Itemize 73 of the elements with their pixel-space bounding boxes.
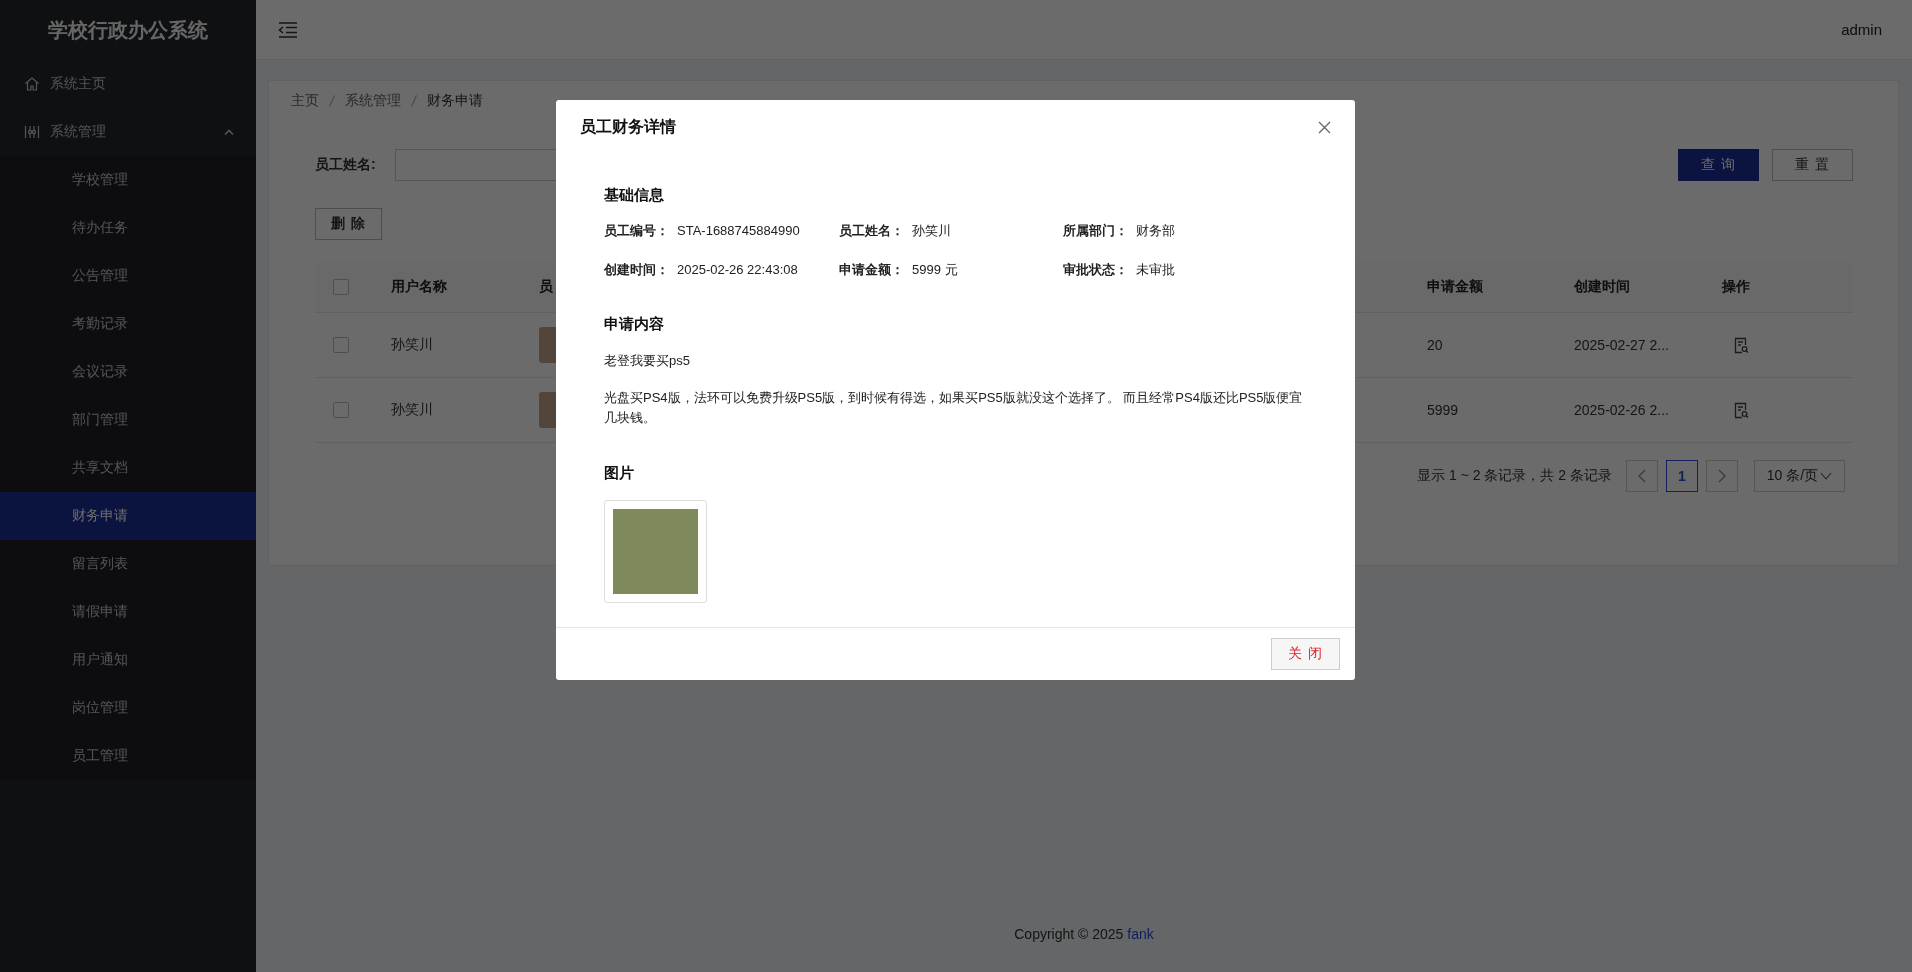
page-button[interactable]: 1 [1666,460,1698,492]
field-label: 审批状态： [1063,262,1128,277]
record-summary: 显示 1 ~ 2 条记录，共 2 条记录 [1417,467,1612,485]
field-label: 申请金额： [839,262,904,277]
sidebar-item[interactable]: 公告管理 [0,252,256,300]
breadcrumb-item[interactable]: 系统管理 [345,92,401,110]
section-title: 图片 [604,464,635,483]
sidebar-item[interactable]: 待办任务 [0,204,256,252]
sidebar-item[interactable]: 员工管理 [0,732,256,780]
close-button[interactable]: 关 闭 [1271,638,1340,670]
sidebar-item[interactable]: 学校管理 [0,156,256,204]
column-header: 操作 [1721,278,1750,296]
menu-icon[interactable] [278,21,298,38]
field-label: 员工姓名: [315,156,377,174]
column-header: 创建时间 [1573,278,1630,296]
table-cell-text: 20 [1426,337,1443,353]
checkbox[interactable] [333,279,349,295]
field-value: STA-1688745884990 [677,223,800,238]
checkbox[interactable] [333,337,349,353]
table-cell-text: 孙笑川 [390,401,433,419]
author-link[interactable]: fank [1127,926,1154,942]
table-cell-text: 2025-02-26 2... [1573,402,1669,418]
column-header: 申请金额 [1426,278,1483,296]
sidebar-item[interactable]: 留言列表 [0,540,256,588]
field-value: 2025-02-26 22:43:08 [677,262,798,277]
field-label: 员工姓名： [839,223,904,238]
sidebar-item[interactable]: 请假申请 [0,588,256,636]
close-icon[interactable] [1318,120,1331,134]
table-cell-text: 5999 [1426,402,1459,418]
paragraph: 老登我要买ps5 [604,352,691,370]
field-value: 未审批 [1136,262,1175,277]
sidebar-item[interactable]: 用户通知 [0,636,256,684]
breadcrumb-item: 财务申请 [427,92,483,110]
field-label: 员工编号： [604,223,669,238]
chevron-left-icon [1638,469,1646,483]
column-header: 用户名称 [390,278,447,296]
delete-button[interactable]: 删 除 [315,208,382,240]
copyright-text: Copyright © 2025 fank [1014,926,1154,942]
field-value: 财务部 [1136,223,1175,238]
caret-icon [1820,472,1833,480]
sidebar-item[interactable]: 考勤记录 [0,300,256,348]
checkbox[interactable] [333,402,349,418]
field-label: 所属部门： [1063,223,1128,238]
section-title: 基础信息 [604,186,665,205]
sidebar-item[interactable]: 财务申请 [0,492,256,540]
document-search-icon[interactable] [1734,401,1749,419]
sidebar-item[interactable]: 系统主页 [0,60,256,108]
document-search-icon[interactable] [1734,336,1749,354]
user-name[interactable]: admin [1841,21,1888,38]
chevron-right-icon [1718,469,1726,483]
sidebar-item[interactable]: 岗位管理 [0,684,256,732]
field-value: 孙笑川 [912,223,951,238]
breadcrumb-item[interactable]: 主页 [291,92,319,110]
home-icon [24,76,40,92]
field-value: 5999 元 [912,262,958,277]
sidebar-item[interactable]: 会议记录 [0,348,256,396]
table-cell-text: 孙笑川 [390,336,433,354]
sidebar-item[interactable]: 共享文档 [0,444,256,492]
query-button[interactable]: 查 询 [1678,149,1760,181]
sliders-icon [24,125,40,139]
field-label: 创建时间： [604,262,669,277]
slash-icon [329,95,335,107]
slash-icon [411,95,417,107]
reset-button[interactable]: 重 置 [1772,149,1853,181]
image-thumbnail[interactable] [604,500,707,603]
table-cell-text: 2025-02-27 2... [1573,337,1669,353]
column-header: 员 [538,278,553,296]
sidebar-item[interactable]: 部门管理 [0,396,256,444]
app-title: 学校行政办公系统 [47,17,209,43]
section-title: 申请内容 [604,315,665,334]
dialog-title: 员工财务详情 [580,116,676,137]
paragraph: 光盘买PS4版，法环可以免费升级PS5版，到时候有得选，如果买PS5版就没这个选择了。 而且经常PS4版还比PS5版便宜几块钱。 [604,389,1304,427]
page-size-select[interactable]: 10 条/页 [1754,460,1845,492]
